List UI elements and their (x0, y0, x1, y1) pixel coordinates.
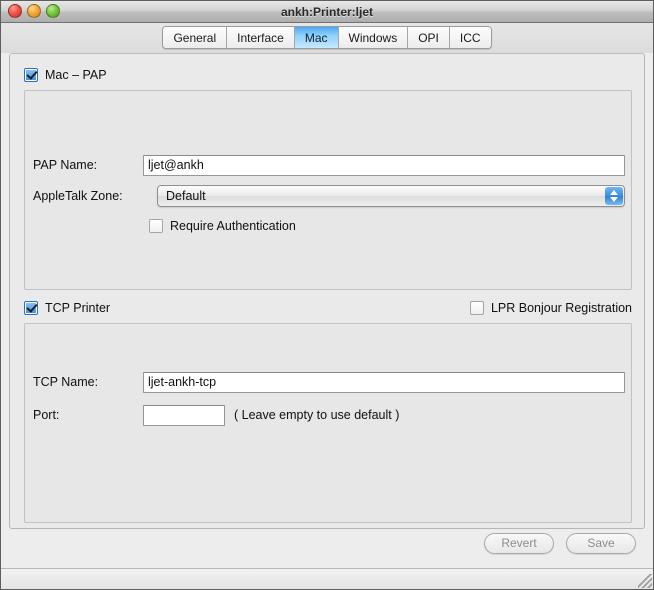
port-input[interactable] (143, 404, 225, 426)
tab-bar: General Interface Mac Windows OPI ICC (1, 23, 653, 53)
require-authentication-label: Require Authentication (170, 219, 296, 233)
pap-name-input[interactable] (143, 154, 625, 176)
tab-content-mac: Mac – PAP PAP Name: AppleTalk Zone: Defa… (9, 53, 645, 529)
lpr-bonjour-label: LPR Bonjour Registration (490, 301, 632, 315)
tcp-printer-checkbox[interactable] (24, 301, 38, 315)
appletalk-zone-value: Default (166, 189, 206, 203)
lpr-bonjour-toggle[interactable]: LPR Bonjour Registration (469, 301, 632, 315)
window-titlebar[interactable]: ankh:Printer:ljet (1, 1, 653, 23)
tcp-name-row: TCP Name: (33, 371, 625, 393)
tab-group: General Interface Mac Windows OPI ICC (162, 26, 492, 49)
dialog-footer: Revert Save (1, 523, 653, 563)
require-authentication-checkbox[interactable] (149, 219, 163, 233)
appletalk-zone-select[interactable]: Default (157, 185, 625, 207)
port-hint: ( Leave empty to use default ) (234, 408, 400, 422)
appletalk-zone-label: AppleTalk Zone: (33, 189, 123, 203)
minimize-button[interactable] (27, 4, 41, 18)
mac-pap-group: PAP Name: AppleTalk Zone: Default Requir… (24, 90, 632, 290)
tcp-name-label: TCP Name: (33, 375, 99, 389)
printer-settings-window: ankh:Printer:ljet General Interface Mac … (0, 0, 654, 590)
close-button[interactable] (8, 4, 22, 18)
mac-pap-label: Mac – PAP (45, 68, 107, 82)
status-bar (1, 568, 653, 589)
window-controls (8, 4, 60, 18)
tab-general[interactable]: General (163, 27, 228, 48)
pap-name-row: PAP Name: (33, 154, 625, 176)
revert-button[interactable]: Revert (484, 532, 554, 554)
save-button[interactable]: Save (566, 532, 636, 554)
chevron-up-icon (610, 190, 618, 195)
tcp-printer-label: TCP Printer (45, 301, 111, 315)
appletalk-zone-row: AppleTalk Zone: Default (33, 185, 625, 207)
port-label: Port: (33, 408, 60, 422)
tab-mac[interactable]: Mac (294, 27, 339, 48)
chevron-down-icon (610, 197, 618, 202)
tcp-printer-group: TCP Name: Port: ( Leave empty to use def… (24, 323, 632, 523)
lpr-bonjour-checkbox[interactable] (469, 301, 484, 315)
stepper-icon[interactable] (605, 187, 623, 205)
tab-opi[interactable]: OPI (408, 27, 450, 48)
mac-pap-checkbox[interactable] (24, 68, 38, 82)
tab-icc[interactable]: ICC (449, 27, 491, 48)
tab-interface[interactable]: Interface (227, 27, 295, 48)
tcp-printer-toggle[interactable]: TCP Printer (24, 301, 110, 315)
tcp-name-input[interactable] (143, 371, 625, 393)
tab-windows[interactable]: Windows (338, 27, 409, 48)
port-row: Port: ( Leave empty to use default ) (33, 404, 625, 426)
mac-pap-toggle[interactable]: Mac – PAP (24, 68, 107, 82)
resize-grip-icon[interactable] (638, 574, 652, 588)
pap-name-label: PAP Name: (33, 158, 98, 172)
window-title: ankh:Printer:ljet (280, 4, 373, 19)
tcp-printer-section-header: TCP Printer LPR Bonjour Registration (24, 299, 632, 317)
require-authentication-toggle[interactable]: Require Authentication (149, 219, 296, 233)
mac-pap-section-header: Mac – PAP (24, 66, 107, 84)
zoom-button[interactable] (46, 4, 60, 18)
